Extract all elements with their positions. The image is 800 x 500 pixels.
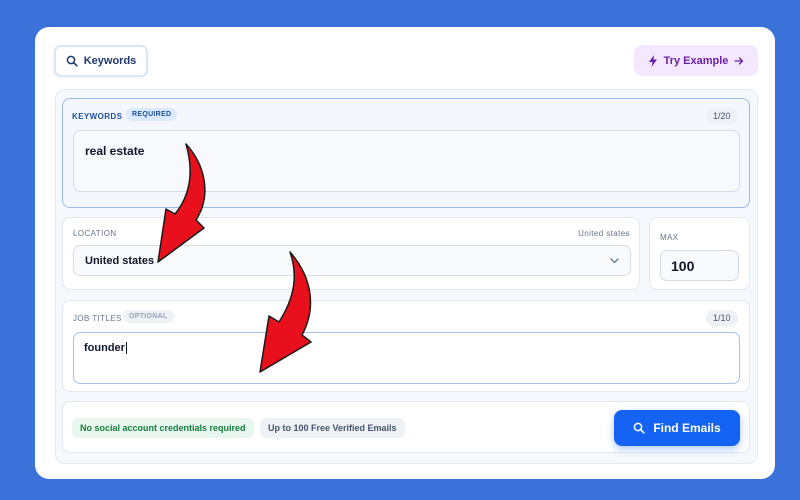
footer-section: No social account credentials required U… — [62, 401, 750, 453]
optional-badge: OPTIONAL — [123, 310, 174, 323]
max-input[interactable]: 100 — [660, 250, 739, 281]
chevron-down-icon — [610, 257, 619, 263]
keywords-section: KEYWORDS REQUIRED 1/20 real estate — [62, 98, 750, 208]
keywords-input[interactable]: real estate — [73, 130, 740, 192]
job-titles-input[interactable]: founder — [73, 332, 740, 384]
search-icon — [66, 55, 78, 67]
keywords-tab[interactable]: Keywords — [54, 45, 148, 77]
try-example-button[interactable]: Try Example — [634, 45, 758, 76]
try-example-label: Try Example — [663, 54, 729, 67]
job-titles-counter: 1/10 — [706, 310, 738, 326]
find-emails-button[interactable]: Find Emails — [614, 410, 740, 446]
location-value: United states — [85, 254, 155, 267]
job-titles-section: JOB TITLES OPTIONAL 1/10 founder — [62, 300, 750, 392]
search-icon — [633, 422, 645, 434]
form-panel: KEYWORDS REQUIRED 1/20 real estate LOCAT… — [55, 89, 758, 464]
keywords-label: KEYWORDS — [72, 112, 123, 121]
no-credentials-badge: No social account credentials required — [72, 418, 254, 438]
arrow-right-icon — [734, 56, 744, 65]
location-select[interactable]: United states — [73, 245, 631, 276]
keywords-tab-label: Keywords — [83, 55, 137, 67]
required-badge: REQUIRED — [126, 108, 178, 121]
location-section: LOCATION United states United states — [62, 217, 640, 290]
bolt-icon — [648, 54, 657, 67]
keywords-counter: 1/20 — [706, 108, 738, 124]
job-titles-value: founder — [84, 342, 125, 354]
text-cursor — [125, 342, 127, 355]
job-titles-label: JOB TITLES — [73, 314, 122, 323]
location-label: LOCATION — [73, 229, 117, 238]
max-label: MAX — [660, 233, 679, 242]
find-emails-label: Find Emails — [653, 421, 721, 435]
free-emails-badge: Up to 100 Free Verified Emails — [260, 418, 405, 438]
location-hint: United states — [578, 229, 630, 238]
max-section: MAX 100 — [649, 217, 750, 290]
main-card: Keywords Try Example KEYWORDS REQUIRED 1… — [35, 27, 775, 479]
